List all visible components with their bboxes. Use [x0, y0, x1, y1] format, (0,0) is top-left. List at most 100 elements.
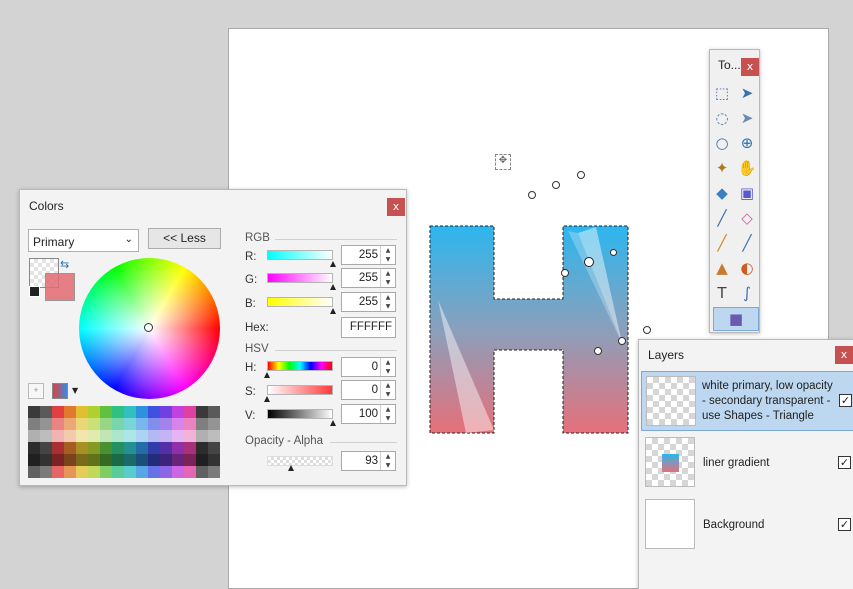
- palette-swatch[interactable]: [112, 406, 124, 418]
- palette-swatch[interactable]: [40, 442, 52, 454]
- palette-swatch[interactable]: [64, 454, 76, 466]
- layers-close-button[interactable]: x: [835, 346, 853, 364]
- line-curve-tool-icon[interactable]: ∫: [736, 282, 758, 304]
- palette-swatch[interactable]: [52, 454, 64, 466]
- eraser-tool-icon[interactable]: ◇: [736, 207, 758, 229]
- b-slider[interactable]: [267, 297, 333, 307]
- move-selection-tool-icon[interactable]: ➤: [736, 107, 758, 129]
- palette-swatch[interactable]: [184, 454, 196, 466]
- s-slider[interactable]: [267, 385, 333, 395]
- shapes-tool-icon[interactable]: ■: [713, 307, 759, 331]
- palette-swatch[interactable]: [76, 418, 88, 430]
- palette-swatch[interactable]: [28, 406, 40, 418]
- magic-wand-tool-icon[interactable]: ✦: [711, 157, 733, 179]
- pan-tool-icon[interactable]: ✋: [736, 157, 758, 179]
- palette-menu-icon[interactable]: [52, 383, 68, 399]
- palette-swatch[interactable]: [40, 430, 52, 442]
- move-handle-icon[interactable]: ✥: [495, 154, 511, 170]
- palette-swatch[interactable]: [196, 454, 208, 466]
- palette-swatch[interactable]: [88, 454, 100, 466]
- palette-swatch[interactable]: [136, 466, 148, 478]
- colors-close-button[interactable]: x: [387, 198, 405, 216]
- color-mode-select[interactable]: Primary ⌄: [28, 229, 139, 252]
- palette-swatch[interactable]: [76, 454, 88, 466]
- clone-stamp-tool-icon[interactable]: ▲: [711, 257, 733, 279]
- less-button[interactable]: << Less: [148, 228, 221, 249]
- palette-swatch[interactable]: [124, 442, 136, 454]
- palette-swatch[interactable]: [124, 454, 136, 466]
- palette-swatch[interactable]: [172, 430, 184, 442]
- r-input[interactable]: 255 ▲ ▼: [341, 245, 396, 265]
- control-handle[interactable]: [577, 171, 585, 179]
- palette-swatch[interactable]: [40, 406, 52, 418]
- g-input[interactable]: 255 ▲ ▼: [341, 268, 396, 288]
- palette-swatch[interactable]: [184, 442, 196, 454]
- palette-swatch[interactable]: [148, 466, 160, 478]
- hex-input[interactable]: FFFFFF: [341, 317, 396, 338]
- palette-swatch[interactable]: [112, 466, 124, 478]
- shape-center-handle[interactable]: [584, 257, 594, 267]
- control-handle[interactable]: [561, 269, 569, 277]
- palette-swatch[interactable]: [208, 454, 220, 466]
- g-slider-thumb[interactable]: [330, 284, 336, 290]
- color-picker-tool-icon[interactable]: ╱: [736, 232, 758, 254]
- control-handle[interactable]: [618, 337, 626, 345]
- palette-swatch[interactable]: [28, 430, 40, 442]
- palette-swatch[interactable]: [88, 418, 100, 430]
- palette-swatch[interactable]: [172, 442, 184, 454]
- palette-swatch[interactable]: [112, 454, 124, 466]
- palette-swatch[interactable]: [196, 442, 208, 454]
- palette-swatch[interactable]: [28, 442, 40, 454]
- palette-swatch[interactable]: [100, 430, 112, 442]
- palette-swatch[interactable]: [52, 466, 64, 478]
- palette-swatch[interactable]: [136, 454, 148, 466]
- text-tool-icon[interactable]: T: [711, 282, 733, 304]
- r-slider-thumb[interactable]: [330, 261, 336, 267]
- palette-swatch[interactable]: [196, 406, 208, 418]
- palette-swatch[interactable]: [208, 442, 220, 454]
- v-input[interactable]: 100 ▲ ▼: [341, 404, 396, 424]
- palette-swatch[interactable]: [64, 430, 76, 442]
- layer-visibility-checkbox[interactable]: ✓: [838, 518, 851, 531]
- palette-swatch[interactable]: [88, 406, 100, 418]
- reset-colors-icon[interactable]: [29, 286, 40, 297]
- palette-swatch[interactable]: [208, 406, 220, 418]
- control-handle[interactable]: [552, 181, 560, 189]
- palette-swatch[interactable]: [208, 418, 220, 430]
- palette-swatch[interactable]: [76, 430, 88, 442]
- palette-swatch[interactable]: [88, 466, 100, 478]
- layer-visibility-checkbox[interactable]: ✓: [839, 394, 852, 407]
- lasso-select-tool-icon[interactable]: ◌: [711, 107, 733, 129]
- opacity-slider[interactable]: [267, 456, 333, 466]
- palette-swatch[interactable]: [196, 466, 208, 478]
- palette-swatch[interactable]: [40, 418, 52, 430]
- palette-swatch[interactable]: [160, 442, 172, 454]
- palette-swatch[interactable]: [136, 430, 148, 442]
- canvas-artwork[interactable]: [428, 225, 632, 437]
- dropdown-arrow-icon[interactable]: ▼: [72, 386, 78, 395]
- palette-swatch[interactable]: [148, 406, 160, 418]
- s-input[interactable]: 0 ▲ ▼: [341, 380, 396, 400]
- palette-swatch[interactable]: [52, 406, 64, 418]
- palette-swatch[interactable]: [172, 418, 184, 430]
- b-input[interactable]: 255 ▲ ▼: [341, 292, 396, 312]
- move-selected-pixels-tool-icon[interactable]: ➤: [736, 82, 758, 104]
- palette-swatch[interactable]: [148, 430, 160, 442]
- palette-swatch[interactable]: [100, 406, 112, 418]
- palette-swatch[interactable]: [112, 430, 124, 442]
- gradient-tool-icon[interactable]: ▣: [736, 182, 758, 204]
- palette-swatch[interactable]: [184, 406, 196, 418]
- zoom-tool-icon[interactable]: ⊕: [736, 132, 758, 154]
- layer-visibility-checkbox[interactable]: ✓: [838, 456, 851, 469]
- palette-swatch[interactable]: [148, 442, 160, 454]
- palette-swatch[interactable]: [88, 430, 100, 442]
- control-handle[interactable]: [594, 347, 602, 355]
- palette-swatch[interactable]: [40, 454, 52, 466]
- palette-swatch[interactable]: [124, 430, 136, 442]
- g-slider[interactable]: [267, 273, 333, 283]
- palette-swatch[interactable]: [76, 442, 88, 454]
- palette-swatch[interactable]: [148, 418, 160, 430]
- palette-swatch[interactable]: [100, 418, 112, 430]
- color-wheel[interactable]: [79, 258, 220, 399]
- layer-row-gradient[interactable]: liner gradient ✓: [641, 433, 853, 493]
